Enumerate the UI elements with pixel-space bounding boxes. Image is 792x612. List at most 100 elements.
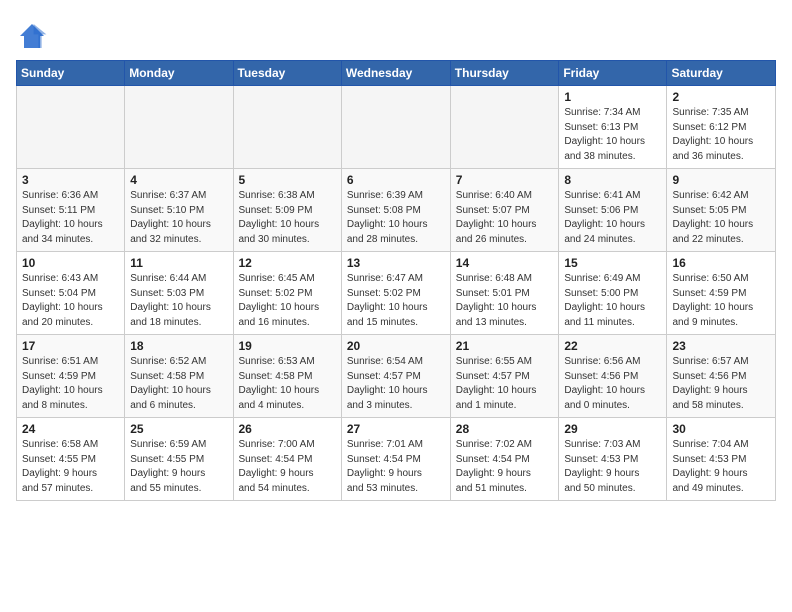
day-info: Sunrise: 6:45 AM Sunset: 5:02 PM Dayligh…: [239, 272, 336, 330]
day-number: 15: [564, 256, 661, 270]
day-info: Sunrise: 6:38 AM Sunset: 5:09 PM Dayligh…: [239, 189, 336, 247]
header: [16, 16, 776, 52]
day-cell: 6 Sunrise: 6:39 AM Sunset: 5:08 PM Daylig…: [341, 169, 450, 252]
day-number: 21: [456, 339, 554, 353]
day-cell: 29 Sunrise: 7:03 AM Sunset: 4:53 PM Dayli…: [559, 418, 667, 501]
day-cell: 25 Sunrise: 6:59 AM Sunset: 4:55 PM Dayli…: [125, 418, 233, 501]
day-cell: 1 Sunrise: 7:34 AM Sunset: 6:13 PM Daylig…: [559, 86, 667, 169]
day-number: 4: [130, 173, 227, 187]
day-number: 11: [130, 256, 227, 270]
day-number: 24: [22, 422, 119, 436]
day-info: Sunrise: 6:41 AM Sunset: 5:06 PM Dayligh…: [564, 189, 661, 247]
day-cell: 4 Sunrise: 6:37 AM Sunset: 5:10 PM Daylig…: [125, 169, 233, 252]
day-cell: 3 Sunrise: 6:36 AM Sunset: 5:11 PM Daylig…: [17, 169, 125, 252]
day-number: 18: [130, 339, 227, 353]
day-info: Sunrise: 6:55 AM Sunset: 4:57 PM Dayligh…: [456, 355, 554, 413]
day-cell: 17 Sunrise: 6:51 AM Sunset: 4:59 PM Dayli…: [17, 335, 125, 418]
day-info: Sunrise: 6:52 AM Sunset: 4:58 PM Dayligh…: [130, 355, 227, 413]
day-cell: 19 Sunrise: 6:53 AM Sunset: 4:58 PM Dayli…: [233, 335, 341, 418]
day-number: 2: [672, 90, 770, 104]
column-header-friday: Friday: [559, 61, 667, 86]
day-cell: 20 Sunrise: 6:54 AM Sunset: 4:57 PM Dayli…: [341, 335, 450, 418]
day-info: Sunrise: 7:01 AM Sunset: 4:54 PM Dayligh…: [347, 438, 445, 496]
day-cell: 5 Sunrise: 6:38 AM Sunset: 5:09 PM Daylig…: [233, 169, 341, 252]
day-number: 17: [22, 339, 119, 353]
day-number: 9: [672, 173, 770, 187]
week-row-1: 1 Sunrise: 7:34 AM Sunset: 6:13 PM Daylig…: [17, 86, 776, 169]
day-cell: 7 Sunrise: 6:40 AM Sunset: 5:07 PM Daylig…: [450, 169, 559, 252]
day-number: 19: [239, 339, 336, 353]
day-info: Sunrise: 6:43 AM Sunset: 5:04 PM Dayligh…: [22, 272, 119, 330]
day-info: Sunrise: 6:57 AM Sunset: 4:56 PM Dayligh…: [672, 355, 770, 413]
day-number: 14: [456, 256, 554, 270]
column-header-thursday: Thursday: [450, 61, 559, 86]
day-info: Sunrise: 7:35 AM Sunset: 6:12 PM Dayligh…: [672, 106, 770, 164]
day-info: Sunrise: 6:42 AM Sunset: 5:05 PM Dayligh…: [672, 189, 770, 247]
day-number: 13: [347, 256, 445, 270]
day-info: Sunrise: 7:02 AM Sunset: 4:54 PM Dayligh…: [456, 438, 554, 496]
day-cell: [450, 86, 559, 169]
day-cell: [125, 86, 233, 169]
week-row-5: 24 Sunrise: 6:58 AM Sunset: 4:55 PM Dayli…: [17, 418, 776, 501]
day-number: 20: [347, 339, 445, 353]
day-info: Sunrise: 6:40 AM Sunset: 5:07 PM Dayligh…: [456, 189, 554, 247]
day-cell: 2 Sunrise: 7:35 AM Sunset: 6:12 PM Daylig…: [667, 86, 776, 169]
week-row-2: 3 Sunrise: 6:36 AM Sunset: 5:11 PM Daylig…: [17, 169, 776, 252]
column-header-wednesday: Wednesday: [341, 61, 450, 86]
day-cell: 22 Sunrise: 6:56 AM Sunset: 4:56 PM Dayli…: [559, 335, 667, 418]
day-cell: 13 Sunrise: 6:47 AM Sunset: 5:02 PM Dayli…: [341, 252, 450, 335]
day-cell: 21 Sunrise: 6:55 AM Sunset: 4:57 PM Dayli…: [450, 335, 559, 418]
day-cell: 14Sunrise: 6:48 AM Sunset: 5:01 PM Dayli…: [450, 252, 559, 335]
day-info: Sunrise: 6:47 AM Sunset: 5:02 PM Dayligh…: [347, 272, 445, 330]
day-cell: [17, 86, 125, 169]
column-header-sunday: Sunday: [17, 61, 125, 86]
day-info: Sunrise: 7:03 AM Sunset: 4:53 PM Dayligh…: [564, 438, 661, 496]
day-number: 7: [456, 173, 554, 187]
day-info: Sunrise: 6:51 AM Sunset: 4:59 PM Dayligh…: [22, 355, 119, 413]
week-row-3: 10Sunrise: 6:43 AM Sunset: 5:04 PM Dayli…: [17, 252, 776, 335]
day-number: 29: [564, 422, 661, 436]
day-number: 23: [672, 339, 770, 353]
day-cell: 10Sunrise: 6:43 AM Sunset: 5:04 PM Dayli…: [17, 252, 125, 335]
week-row-4: 17 Sunrise: 6:51 AM Sunset: 4:59 PM Dayli…: [17, 335, 776, 418]
day-cell: [233, 86, 341, 169]
day-info: Sunrise: 6:56 AM Sunset: 4:56 PM Dayligh…: [564, 355, 661, 413]
day-info: Sunrise: 7:04 AM Sunset: 4:53 PM Dayligh…: [672, 438, 770, 496]
day-number: 8: [564, 173, 661, 187]
day-info: Sunrise: 6:54 AM Sunset: 4:57 PM Dayligh…: [347, 355, 445, 413]
day-number: 25: [130, 422, 227, 436]
day-info: Sunrise: 6:59 AM Sunset: 4:55 PM Dayligh…: [130, 438, 227, 496]
day-cell: [341, 86, 450, 169]
day-cell: 12 Sunrise: 6:45 AM Sunset: 5:02 PM Dayli…: [233, 252, 341, 335]
day-info: Sunrise: 6:49 AM Sunset: 5:00 PM Dayligh…: [564, 272, 661, 330]
logo: [16, 20, 52, 52]
day-info: Sunrise: 6:58 AM Sunset: 4:55 PM Dayligh…: [22, 438, 119, 496]
column-header-monday: Monday: [125, 61, 233, 86]
day-cell: 15 Sunrise: 6:49 AM Sunset: 5:00 PM Dayli…: [559, 252, 667, 335]
day-cell: 23 Sunrise: 6:57 AM Sunset: 4:56 PM Dayli…: [667, 335, 776, 418]
calendar: SundayMondayTuesdayWednesdayThursdayFrid…: [16, 60, 776, 501]
day-number: 6: [347, 173, 445, 187]
day-number: 30: [672, 422, 770, 436]
day-info: Sunrise: 6:39 AM Sunset: 5:08 PM Dayligh…: [347, 189, 445, 247]
day-info: Sunrise: 6:37 AM Sunset: 5:10 PM Dayligh…: [130, 189, 227, 247]
day-number: 3: [22, 173, 119, 187]
day-number: 28: [456, 422, 554, 436]
day-number: 22: [564, 339, 661, 353]
day-cell: 30 Sunrise: 7:04 AM Sunset: 4:53 PM Dayli…: [667, 418, 776, 501]
day-cell: 11 Sunrise: 6:44 AM Sunset: 5:03 PM Dayli…: [125, 252, 233, 335]
day-info: Sunrise: 6:44 AM Sunset: 5:03 PM Dayligh…: [130, 272, 227, 330]
day-number: 5: [239, 173, 336, 187]
day-cell: 8 Sunrise: 6:41 AM Sunset: 5:06 PM Daylig…: [559, 169, 667, 252]
logo-icon: [16, 20, 48, 52]
day-number: 12: [239, 256, 336, 270]
day-info: Sunrise: 7:34 AM Sunset: 6:13 PM Dayligh…: [564, 106, 661, 164]
day-info: Sunrise: 6:53 AM Sunset: 4:58 PM Dayligh…: [239, 355, 336, 413]
day-cell: 24 Sunrise: 6:58 AM Sunset: 4:55 PM Dayli…: [17, 418, 125, 501]
day-info: Sunrise: 6:50 AM Sunset: 4:59 PM Dayligh…: [672, 272, 770, 330]
calendar-header-row: SundayMondayTuesdayWednesdayThursdayFrid…: [17, 61, 776, 86]
day-number: 1: [564, 90, 661, 104]
day-cell: 28 Sunrise: 7:02 AM Sunset: 4:54 PM Dayli…: [450, 418, 559, 501]
day-number: 27: [347, 422, 445, 436]
day-info: Sunrise: 6:36 AM Sunset: 5:11 PM Dayligh…: [22, 189, 119, 247]
